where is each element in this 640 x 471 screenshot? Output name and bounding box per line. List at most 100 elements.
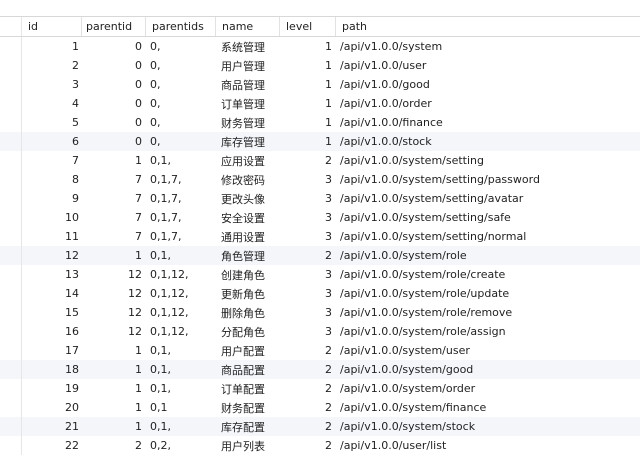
cell-parentid[interactable]: 7 [82, 227, 146, 246]
table-row[interactable]: 13 12 0,1,12, 创建角色 3/api/v1.0.0/system/role/… [0, 265, 640, 284]
cell-level[interactable]: 2 [280, 246, 336, 265]
table-row[interactable]: 8 7 0,1,7, 修改密码 3/api/v1.0.0/system/setting/… [0, 170, 640, 189]
cell-parentids[interactable]: 0,1, [146, 246, 216, 265]
cell-level[interactable]: 1 [280, 37, 336, 56]
cell-path[interactable]: /api/v1.0.0/system/setting [336, 151, 640, 170]
cell-level[interactable]: 3 [280, 189, 336, 208]
cell-path[interactable]: /api/v1.0.0/system/setting/safe [336, 208, 640, 227]
cell-parentids[interactable]: 0,1, [146, 417, 216, 436]
cell-parentids[interactable]: 0,1, [146, 360, 216, 379]
table-row[interactable]: 19 1 0,1, 订单配置 2/api/v1.0.0/system/order [0, 379, 640, 398]
cell-parentids[interactable]: 0,1,7, [146, 189, 216, 208]
cell-name[interactable]: 库存管理 [216, 132, 280, 151]
cell-parentid[interactable]: 1 [82, 379, 146, 398]
cell-name[interactable]: 用户列表 [216, 436, 280, 455]
cell-id[interactable]: 2 [22, 56, 82, 75]
column-header-id[interactable]: id [22, 17, 82, 36]
table-row[interactable]: 21 1 0,1, 库存配置 2/api/v1.0.0/system/stock [0, 417, 640, 436]
cell-parentid[interactable]: 1 [82, 341, 146, 360]
cell-parentids[interactable]: 0,1, [146, 379, 216, 398]
column-header-level[interactable]: level [280, 17, 336, 36]
cell-name[interactable]: 用户配置 [216, 341, 280, 360]
cell-path[interactable]: /api/v1.0.0/system/role/update [336, 284, 640, 303]
cell-path[interactable]: /api/v1.0.0/system [336, 37, 640, 56]
cell-parentid[interactable]: 1 [82, 360, 146, 379]
cell-path[interactable]: /api/v1.0.0/system/order [336, 379, 640, 398]
cell-name[interactable]: 财务管理 [216, 113, 280, 132]
cell-parentids[interactable]: 0,1,12, [146, 303, 216, 322]
cell-id[interactable]: 22 [22, 436, 82, 455]
cell-level[interactable]: 3 [280, 265, 336, 284]
cell-id[interactable]: 19 [22, 379, 82, 398]
cell-parentid[interactable]: 7 [82, 189, 146, 208]
cell-id[interactable]: 12 [22, 246, 82, 265]
cell-name[interactable]: 商品管理 [216, 75, 280, 94]
cell-parentid[interactable]: 12 [82, 265, 146, 284]
cell-parentids[interactable]: 0,1, [146, 341, 216, 360]
cell-name[interactable]: 创建角色 [216, 265, 280, 284]
table-row[interactable]: 2 0 0, 用户管理 1/api/v1.0.0/user [0, 56, 640, 75]
cell-parentids[interactable]: 0,1,7, [146, 170, 216, 189]
cell-path[interactable]: /api/v1.0.0/system/setting/password [336, 170, 640, 189]
cell-parentids[interactable]: 0, [146, 94, 216, 113]
cell-name[interactable]: 库存配置 [216, 417, 280, 436]
cell-parentids[interactable]: 0,1, [146, 151, 216, 170]
cell-level[interactable]: 2 [280, 341, 336, 360]
cell-path[interactable]: /api/v1.0.0/system/role [336, 246, 640, 265]
cell-level[interactable]: 3 [280, 322, 336, 341]
cell-id[interactable]: 13 [22, 265, 82, 284]
cell-level[interactable]: 1 [280, 113, 336, 132]
table-row[interactable]: 16 12 0,1,12, 分配角色 3/api/v1.0.0/system/role/… [0, 322, 640, 341]
cell-path[interactable]: /api/v1.0.0/stock [336, 132, 640, 151]
table-row[interactable]: 22 2 0,2, 用户列表 2/api/v1.0.0/user/list [0, 436, 640, 455]
cell-level[interactable]: 3 [280, 227, 336, 246]
cell-name[interactable]: 删除角色 [216, 303, 280, 322]
cell-parentid[interactable]: 7 [82, 170, 146, 189]
cell-name[interactable]: 修改密码 [216, 170, 280, 189]
table-row[interactable]: 1 0 0, 系统管理 1/api/v1.0.0/system [0, 37, 640, 56]
cell-level[interactable]: 2 [280, 417, 336, 436]
cell-id[interactable]: 6 [22, 132, 82, 151]
cell-name[interactable]: 更改头像 [216, 189, 280, 208]
cell-id[interactable]: 3 [22, 75, 82, 94]
cell-level[interactable]: 2 [280, 398, 336, 417]
cell-parentid[interactable]: 2 [82, 436, 146, 455]
table-row[interactable]: 3 0 0, 商品管理 1/api/v1.0.0/good [0, 75, 640, 94]
cell-parentid[interactable]: 0 [82, 113, 146, 132]
table-row[interactable]: 15 12 0,1,12, 删除角色 3/api/v1.0.0/system/role/… [0, 303, 640, 322]
cell-path[interactable]: /api/v1.0.0/good [336, 75, 640, 94]
cell-level[interactable]: 3 [280, 170, 336, 189]
column-header-path[interactable]: path [336, 17, 640, 36]
cell-id[interactable]: 15 [22, 303, 82, 322]
cell-level[interactable]: 3 [280, 303, 336, 322]
cell-level[interactable]: 2 [280, 436, 336, 455]
cell-parentids[interactable]: 0, [146, 56, 216, 75]
cell-level[interactable]: 1 [280, 75, 336, 94]
cell-path[interactable]: /api/v1.0.0/system/finance [336, 398, 640, 417]
cell-parentid[interactable]: 1 [82, 398, 146, 417]
table-row[interactable]: 5 0 0, 财务管理 1/api/v1.0.0/finance [0, 113, 640, 132]
cell-id[interactable]: 21 [22, 417, 82, 436]
cell-name[interactable]: 财务配置 [216, 398, 280, 417]
cell-parentids[interactable]: 0,1,7, [146, 208, 216, 227]
cell-id[interactable]: 14 [22, 284, 82, 303]
cell-name[interactable]: 角色管理 [216, 246, 280, 265]
table-row[interactable]: 10 7 0,1,7, 安全设置 3/api/v1.0.0/system/setting… [0, 208, 640, 227]
cell-path[interactable]: /api/v1.0.0/system/setting/avatar [336, 189, 640, 208]
cell-path[interactable]: /api/v1.0.0/order [336, 94, 640, 113]
cell-level[interactable]: 2 [280, 360, 336, 379]
table-row[interactable]: 4 0 0, 订单管理 1/api/v1.0.0/order [0, 94, 640, 113]
cell-parentid[interactable]: 12 [82, 284, 146, 303]
cell-level[interactable]: 3 [280, 284, 336, 303]
cell-name[interactable]: 应用设置 [216, 151, 280, 170]
cell-parentid[interactable]: 7 [82, 208, 146, 227]
cell-name[interactable]: 通用设置 [216, 227, 280, 246]
table-row[interactable]: 7 1 0,1, 应用设置 2/api/v1.0.0/system/setting [0, 151, 640, 170]
cell-parentid[interactable]: 0 [82, 37, 146, 56]
column-header-name[interactable]: name [216, 17, 280, 36]
cell-parentids[interactable]: 0,1,12, [146, 265, 216, 284]
cell-parentids[interactable]: 0,1,12, [146, 322, 216, 341]
cell-parentid[interactable]: 12 [82, 303, 146, 322]
cell-level[interactable]: 3 [280, 208, 336, 227]
cell-parentid[interactable]: 0 [82, 56, 146, 75]
